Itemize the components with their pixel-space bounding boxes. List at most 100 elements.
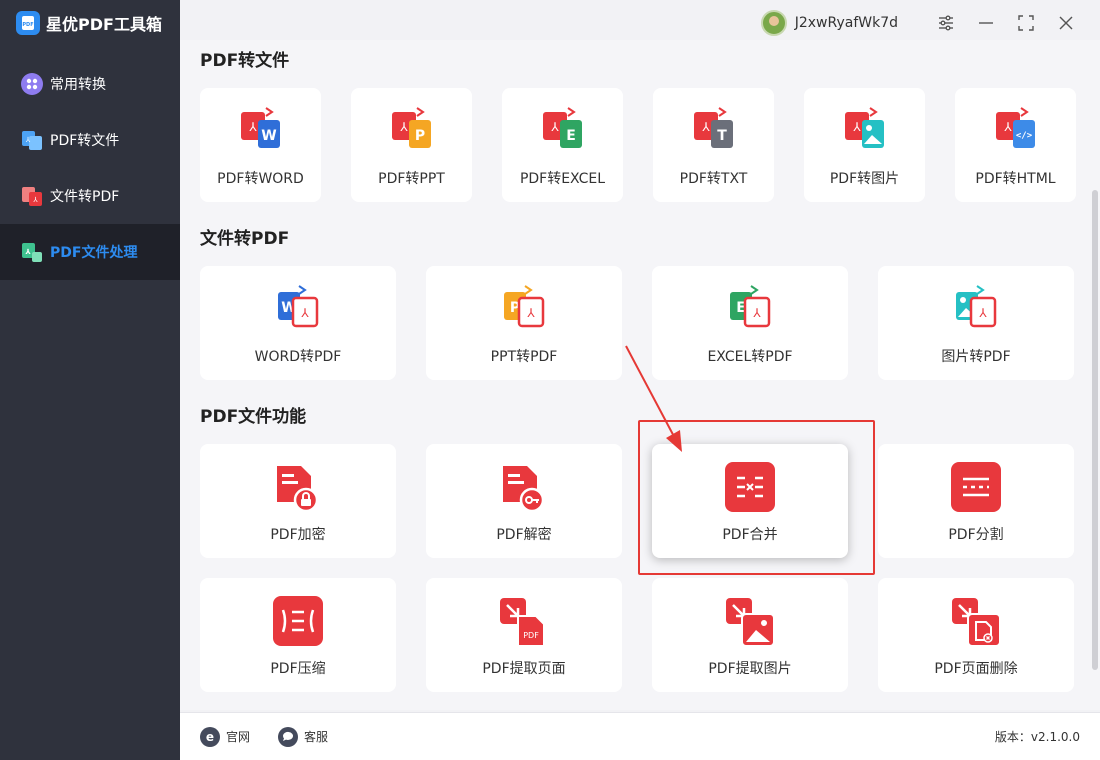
svg-text:⅄: ⅄	[752, 306, 761, 320]
user-profile[interactable]: J2xwRyafWk7d	[760, 10, 898, 36]
pdf-to-file-icon: ⅄	[20, 128, 44, 152]
sidebar-item-pdf-to-file[interactable]: ⅄ PDF转文件	[0, 112, 180, 168]
tool-pdf-encrypt[interactable]: PDF加密	[200, 444, 396, 558]
svg-text:⅄: ⅄	[300, 306, 309, 320]
svg-text:⅄: ⅄	[978, 306, 987, 320]
pdf-compress-icon	[273, 596, 323, 650]
excel-to-pdf-icon: E ⅄	[727, 284, 773, 334]
tool-pdf-to-image[interactable]: ⅄ PDF转图片	[804, 88, 925, 202]
tool-label: PDF页面删除	[934, 661, 1018, 677]
tool-label: PDF提取页面	[482, 661, 566, 677]
maximize-icon[interactable]	[1006, 8, 1046, 38]
section-title-pdf-functions: PDF文件功能	[200, 407, 307, 427]
version-label: 版本：v2.1.0.0	[994, 730, 1080, 744]
svg-text:⅄: ⅄	[25, 248, 31, 256]
tool-pdf-split[interactable]: PDF分割	[878, 444, 1074, 558]
pdf-to-ppt-icon: ⅄ P	[389, 106, 435, 156]
website-label: 官网	[226, 730, 251, 744]
footer: e 官网 客服 版本：v2.1.0.0	[180, 712, 1100, 760]
svg-text:⅄: ⅄	[701, 120, 710, 134]
tool-pdf-delete-pages[interactable]: PDF页面删除	[878, 578, 1074, 692]
tool-label: PDF分割	[948, 527, 1004, 543]
image-to-pdf-icon: ⅄	[953, 284, 999, 334]
tool-pdf-to-word[interactable]: ⅄ W PDF转WORD	[200, 88, 321, 202]
service-link[interactable]: 客服	[278, 726, 329, 747]
sidebar-item-label: 常用转换	[50, 77, 106, 93]
svg-text:W: W	[261, 128, 276, 144]
pdf-to-image-icon: ⅄	[842, 106, 888, 156]
pdf-to-word-icon: ⅄ W	[238, 106, 284, 156]
sidebar: PDF 星优PDF工具箱 常用转换 ⅄ PDF转文件 ⅄ 文件转PDF ⅄ PD…	[0, 0, 180, 760]
svg-text:E: E	[566, 128, 576, 144]
chat-icon	[278, 726, 299, 747]
tool-label: PDF转图片	[829, 171, 900, 187]
section-title-file-to-pdf: 文件转PDF	[200, 229, 290, 249]
sidebar-item-file-to-pdf[interactable]: ⅄ 文件转PDF	[0, 168, 180, 224]
file-to-pdf-icon: ⅄	[20, 184, 44, 208]
tool-pdf-extract-pages[interactable]: PDF PDF提取页面	[426, 578, 622, 692]
svg-text:P: P	[414, 128, 424, 144]
tool-pdf-to-txt[interactable]: ⅄ T PDF转TXT	[653, 88, 774, 202]
tool-label: WORD转PDF	[254, 349, 342, 365]
tool-label: PDF压缩	[270, 661, 326, 677]
minimize-icon[interactable]	[966, 8, 1006, 38]
scrollbar[interactable]	[1092, 190, 1098, 670]
tool-pdf-compress[interactable]: PDF压缩	[200, 578, 396, 692]
pdf-split-icon	[951, 462, 1001, 516]
close-icon[interactable]	[1046, 8, 1086, 38]
tool-label: PDF转HTML	[975, 171, 1056, 187]
pdf-to-html-icon: ⅄ </>	[993, 106, 1039, 156]
browser-icon: e	[200, 726, 220, 747]
tool-pdf-extract-images[interactable]: PDF提取图片	[652, 578, 848, 692]
tool-label: PDF加密	[270, 527, 326, 543]
settings-icon[interactable]	[926, 8, 966, 38]
pdf-logo-icon: PDF	[16, 11, 40, 35]
tool-label: PDF转TXT	[679, 171, 748, 187]
tool-image-to-pdf[interactable]: ⅄ 图片转PDF	[878, 266, 1074, 380]
tool-label: PDF解密	[496, 527, 552, 543]
pointer-arrow-icon	[625, 345, 682, 452]
svg-text:⅄: ⅄	[33, 196, 38, 204]
svg-text:T: T	[717, 128, 727, 144]
sidebar-item-label: PDF文件处理	[50, 245, 138, 261]
pdf-delete-pages-icon	[950, 596, 1002, 652]
tool-pdf-decrypt[interactable]: PDF解密	[426, 444, 622, 558]
username: J2xwRyafWk7d	[794, 15, 898, 31]
tool-label: PDF转PPT	[378, 171, 445, 187]
section-title-pdf-to-file: PDF转文件	[200, 51, 290, 71]
svg-text:⅄: ⅄	[399, 120, 408, 134]
tool-label: 图片转PDF	[941, 349, 1011, 365]
main-content: PDF转文件 ⅄ W PDF转WORD ⅄ P PDF转PPT ⅄ E PDF转EXC…	[180, 40, 1100, 710]
website-link[interactable]: e 官网	[200, 726, 251, 747]
pdf-to-txt-icon: ⅄ T	[691, 106, 737, 156]
tool-label: PDF转EXCEL	[519, 171, 606, 187]
svg-text:⅄: ⅄	[852, 120, 861, 134]
tool-word-to-pdf[interactable]: W ⅄ WORD转PDF	[200, 266, 396, 380]
apps-icon	[20, 72, 44, 96]
sidebar-item-label: PDF转文件	[50, 133, 120, 149]
svg-text:PDF: PDF	[523, 631, 539, 640]
tool-pdf-to-excel[interactable]: ⅄ E PDF转EXCEL	[502, 88, 623, 202]
avatar[interactable]	[760, 10, 787, 36]
pdf-extract-images-icon	[724, 596, 776, 652]
pdf-encrypt-icon	[273, 462, 323, 516]
tool-label: PDF转WORD	[217, 171, 304, 187]
sidebar-item-common-convert[interactable]: 常用转换	[0, 56, 180, 112]
svg-text:⅄: ⅄	[526, 306, 535, 320]
svg-text:PDF: PDF	[22, 22, 33, 28]
tool-ppt-to-pdf[interactable]: P ⅄ PPT转PDF	[426, 266, 622, 380]
svg-text:⅄: ⅄	[1003, 120, 1012, 134]
service-label: 客服	[304, 730, 329, 744]
svg-text:</>: </>	[1015, 131, 1032, 141]
tool-pdf-to-html[interactable]: ⅄ </> PDF转HTML	[955, 88, 1076, 202]
pdf-to-excel-icon: ⅄ E	[540, 106, 586, 156]
svg-text:⅄: ⅄	[550, 120, 559, 134]
tool-pdf-to-ppt[interactable]: ⅄ P PDF转PPT	[351, 88, 472, 202]
sidebar-nav: 常用转换 ⅄ PDF转文件 ⅄ 文件转PDF ⅄ PDF文件处理	[0, 56, 180, 280]
app-header: PDF 星优PDF工具箱	[0, 0, 180, 46]
sidebar-item-pdf-process[interactable]: ⅄ PDF文件处理	[0, 224, 180, 280]
sidebar-item-label: 文件转PDF	[50, 189, 120, 205]
pdf-extract-pages-icon: PDF	[498, 596, 550, 652]
svg-text:⅄: ⅄	[26, 136, 31, 144]
ppt-to-pdf-icon: P ⅄	[501, 284, 547, 334]
